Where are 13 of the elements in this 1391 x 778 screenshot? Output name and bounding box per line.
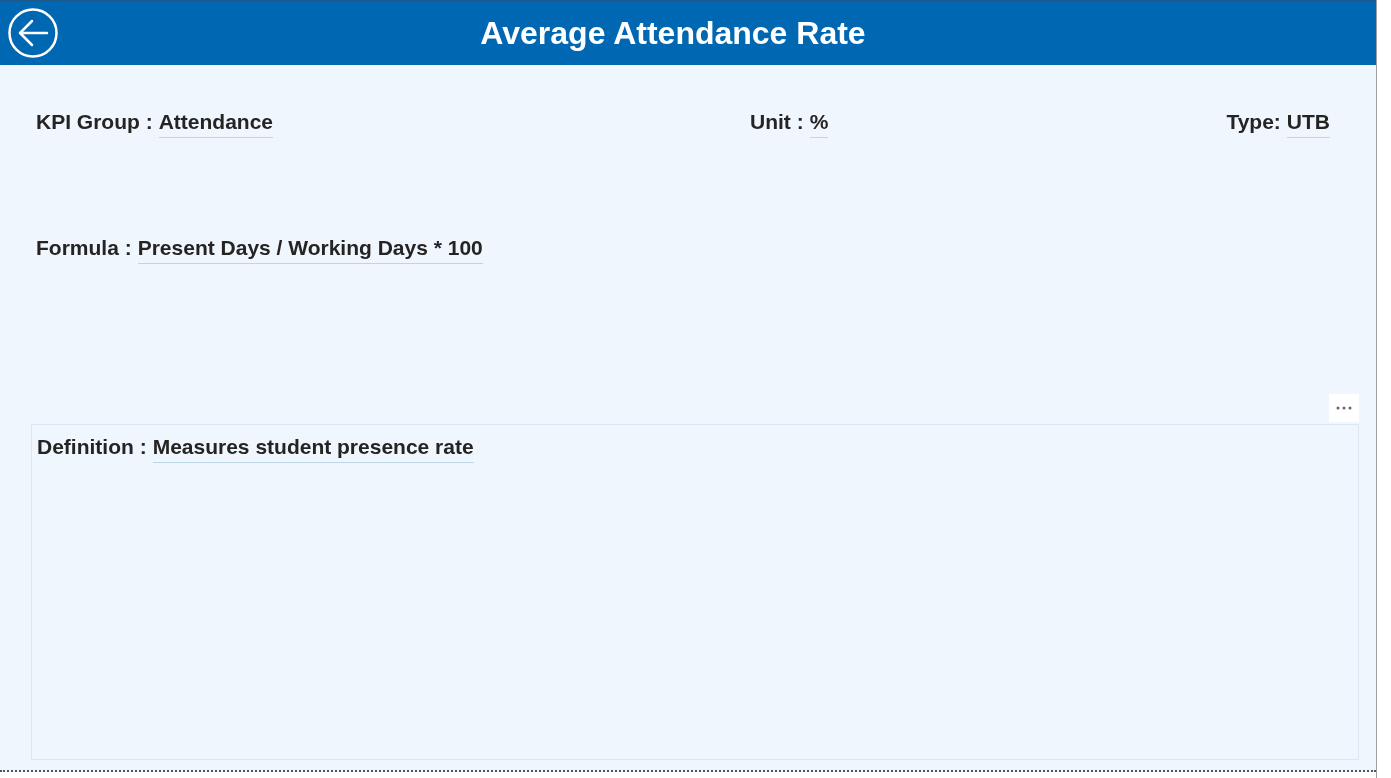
page-title: Average Attendance Rate	[480, 14, 867, 53]
definition-label: Definition :	[37, 434, 147, 460]
definition-value: Measures student presence rate	[152, 433, 474, 463]
field-label: KPI Group :	[36, 109, 153, 135]
field-value: UTB	[1286, 108, 1330, 138]
field-label: Unit :	[750, 109, 804, 135]
field-value: Attendance	[158, 108, 274, 138]
field-value: %	[809, 108, 829, 138]
formula-value: Present Days / Working Days * 100	[137, 234, 483, 264]
field-label: Type:	[1226, 109, 1281, 135]
formula-label: Formula :	[36, 235, 132, 261]
back-button[interactable]	[8, 8, 58, 58]
more-options-icon	[1336, 406, 1352, 410]
